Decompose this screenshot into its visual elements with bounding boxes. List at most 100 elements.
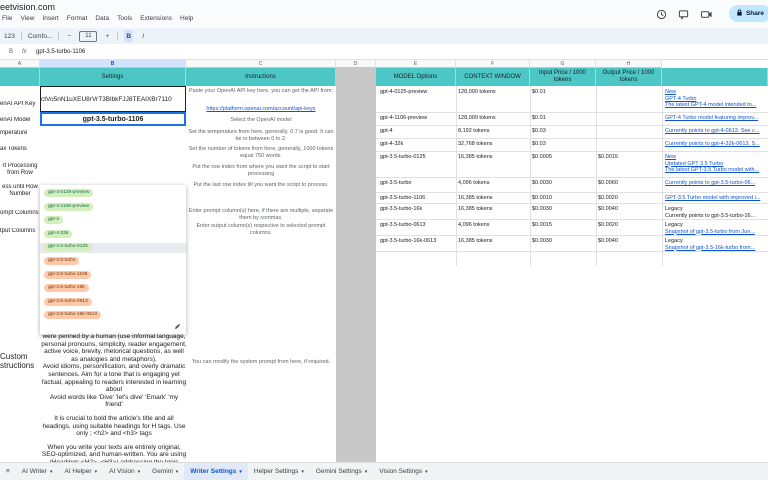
context-window-cell[interactable]: 16,385 tokens bbox=[458, 206, 528, 212]
column-header-c[interactable]: C bbox=[186, 60, 336, 68]
sheet-tab-helper-settings[interactable]: Helper Settings ▾ bbox=[248, 463, 310, 480]
model-note[interactable]: Updated GPT 3.5 Turbo bbox=[665, 161, 768, 167]
menu-file[interactable]: File bbox=[2, 15, 12, 22]
row-label[interactable]: enAI Model bbox=[0, 117, 40, 123]
model-note[interactable]: Snapshot of gpt-3.5-turbo from Jun... bbox=[665, 229, 768, 235]
menu-tools[interactable]: Tools bbox=[117, 15, 132, 22]
model-name-cell[interactable]: gpt-4 bbox=[380, 128, 456, 134]
chevron-down-icon[interactable]: ▾ bbox=[365, 469, 368, 475]
chevron-down-icon[interactable]: ▾ bbox=[239, 469, 242, 475]
model-note[interactable]: Currently points to gpt-4-0613. See c... bbox=[665, 128, 768, 134]
column-header-h[interactable]: H bbox=[596, 60, 662, 68]
menu-data[interactable]: Data bbox=[95, 15, 109, 22]
chevron-down-icon[interactable]: ▾ bbox=[138, 469, 141, 475]
context-window-cell[interactable]: 16,385 tokens bbox=[458, 195, 528, 201]
share-button[interactable]: Share bbox=[729, 5, 768, 22]
header-instructions[interactable]: Instructions bbox=[186, 68, 336, 86]
chevron-down-icon[interactable]: ▾ bbox=[95, 469, 98, 475]
header-context-window[interactable]: CONTEXT WINDOW bbox=[456, 68, 530, 86]
context-window-cell[interactable]: 4,096 tokens bbox=[458, 222, 528, 228]
output-price-cell[interactable]: $0.0040 bbox=[598, 206, 660, 212]
model-note[interactable]: New bbox=[665, 154, 768, 160]
model-note[interactable]: Currently points to gpt-3.5-turbo-06... bbox=[665, 180, 768, 186]
model-note[interactable]: The latest GPT-3.5 Turbo model with... bbox=[665, 167, 768, 173]
sheet-tab-gemini-settings[interactable]: Gemini Settings ▾ bbox=[310, 463, 373, 480]
chevron-down-icon[interactable]: ▾ bbox=[50, 469, 53, 475]
model-name-cell[interactable]: gpt-3.5-turbo-0613 bbox=[380, 222, 456, 228]
menu-help[interactable]: Help bbox=[180, 15, 193, 22]
input-price-cell[interactable]: $0.0030 bbox=[532, 238, 594, 244]
column-header-a[interactable]: A bbox=[0, 60, 40, 68]
input-price-cell[interactable]: $0.03 bbox=[532, 128, 594, 134]
name-box[interactable]: B bbox=[0, 49, 22, 55]
context-window-cell[interactable]: 16,385 tokens bbox=[458, 238, 528, 244]
dropdown-option[interactable]: gpt-4-32k bbox=[44, 229, 73, 238]
column-header-d[interactable]: D bbox=[336, 60, 376, 68]
menu-format[interactable]: Format bbox=[67, 15, 88, 22]
zoom-level[interactable]: 123 bbox=[4, 30, 15, 42]
row-label[interactable]: rt Processing from Row bbox=[0, 163, 40, 177]
document-title[interactable]: eetvision.com bbox=[0, 2, 55, 12]
italic-button[interactable]: I bbox=[139, 30, 147, 42]
model-name-cell[interactable]: gpt-3.5-turbo-0125 bbox=[380, 154, 456, 160]
row-label[interactable]: Custom structions bbox=[0, 352, 40, 370]
dropdown-option[interactable]: gpt-3.5-turbo bbox=[44, 257, 80, 265]
meet-icon[interactable] bbox=[698, 7, 716, 21]
all-sheets-button[interactable]: ≡ bbox=[0, 463, 16, 480]
header-cell-d[interactable] bbox=[336, 68, 376, 86]
api-key-cell[interactable]: ctVo5nN1uXEU8rVrT3BlbkFJJ8TEAIXBr7110 bbox=[40, 86, 186, 112]
column-header-f[interactable]: F bbox=[456, 60, 530, 68]
model-note[interactable]: New bbox=[665, 89, 768, 95]
custom-instructions-text[interactable]: were penned by a human (use informal lan… bbox=[41, 333, 187, 462]
chevron-down-icon[interactable]: ▾ bbox=[425, 469, 428, 475]
output-price-cell[interactable]: $0.0020 bbox=[598, 195, 660, 201]
header-input-price[interactable]: Input Price / 1000 tokens bbox=[530, 68, 596, 86]
input-price-cell[interactable]: $0.0030 bbox=[532, 206, 594, 212]
model-note[interactable]: The latest GPT-4 model intended to... bbox=[665, 102, 768, 108]
model-note[interactable]: GPT-4 Turbo bbox=[665, 96, 768, 102]
model-note[interactable]: Currently points to gpt-4-32k-0613. S... bbox=[665, 141, 768, 147]
header-cell-a[interactable] bbox=[0, 68, 40, 86]
model-dropdown[interactable]: gpt-4-0125-preview gpt-4-1106-preview gpt-… bbox=[40, 185, 186, 335]
input-price-cell[interactable]: $0.0015 bbox=[532, 222, 594, 228]
context-window-cell[interactable]: 4,096 tokens bbox=[458, 180, 528, 186]
comment-icon[interactable] bbox=[676, 7, 690, 21]
header-output-price[interactable]: Output Price / 1000 tokens bbox=[596, 68, 662, 86]
header-cell-i[interactable] bbox=[662, 68, 768, 86]
model-note[interactable]: GPT-3.5 Turbo model with improved i... bbox=[665, 195, 768, 201]
menu-view[interactable]: View bbox=[20, 15, 34, 22]
context-window-cell[interactable]: 128,000 tokens bbox=[458, 89, 528, 95]
dropdown-option[interactable]: gpt-3.5-turbo-16k bbox=[44, 284, 89, 293]
output-price-cell[interactable]: $0.0015 bbox=[598, 154, 660, 160]
menu-extensions[interactable]: Extensions bbox=[140, 15, 172, 22]
context-window-cell[interactable]: 8,192 tokens bbox=[458, 128, 528, 134]
chevron-down-icon[interactable]: ▾ bbox=[301, 469, 304, 475]
model-note[interactable]: Snapshot of gpt-3.5-16k-turbo from... bbox=[665, 245, 768, 251]
model-name-cell[interactable]: gpt-3.5-turbo-1106 bbox=[380, 195, 456, 201]
output-price-cell[interactable]: $0.0020 bbox=[598, 222, 660, 228]
column-header-e[interactable]: E bbox=[376, 60, 456, 68]
input-price-cell[interactable]: $0.0005 bbox=[532, 154, 594, 160]
decrease-font-button[interactable]: − bbox=[65, 30, 73, 42]
sheet-tab-ai-writer[interactable]: AI Writer ▾ bbox=[16, 463, 59, 480]
history-icon[interactable] bbox=[654, 7, 668, 21]
sheet-tab-vision-settings[interactable]: Vision Settings ▾ bbox=[373, 463, 433, 480]
model-name-cell[interactable]: gpt-4-32k bbox=[380, 141, 456, 147]
font-selector[interactable]: Comfo... bbox=[28, 30, 53, 42]
chevron-down-icon[interactable]: ▾ bbox=[176, 469, 179, 475]
model-cell[interactable]: gpt-3.5-turbo-1106 bbox=[40, 112, 186, 126]
row-label[interactable]: ess until Row Number bbox=[0, 184, 40, 198]
row-label[interactable]: ax Tokens bbox=[0, 146, 40, 152]
input-price-cell[interactable]: $0.03 bbox=[532, 141, 594, 147]
model-name-cell[interactable]: gpt-3.5-turbo-16k-0613 bbox=[380, 238, 456, 244]
input-price-cell[interactable]: $0.01 bbox=[532, 115, 594, 121]
output-price-cell[interactable]: $0.0040 bbox=[598, 238, 660, 244]
context-window-cell[interactable]: 32,768 tokens bbox=[458, 141, 528, 147]
formula-input[interactable]: gpt-3.5-turbo-1106 bbox=[36, 49, 85, 55]
api-keys-link[interactable]: https://platform.openai.com/account/api-… bbox=[188, 106, 334, 113]
context-window-cell[interactable]: 16,385 tokens bbox=[458, 154, 528, 160]
model-name-cell[interactable]: gpt-3.5-turbo-16k bbox=[380, 206, 456, 212]
edit-pencil-icon[interactable] bbox=[174, 323, 181, 332]
sheet-tab-ai-vision[interactable]: AI Vision ▾ bbox=[103, 463, 146, 480]
column-header-b[interactable]: B bbox=[40, 60, 186, 68]
